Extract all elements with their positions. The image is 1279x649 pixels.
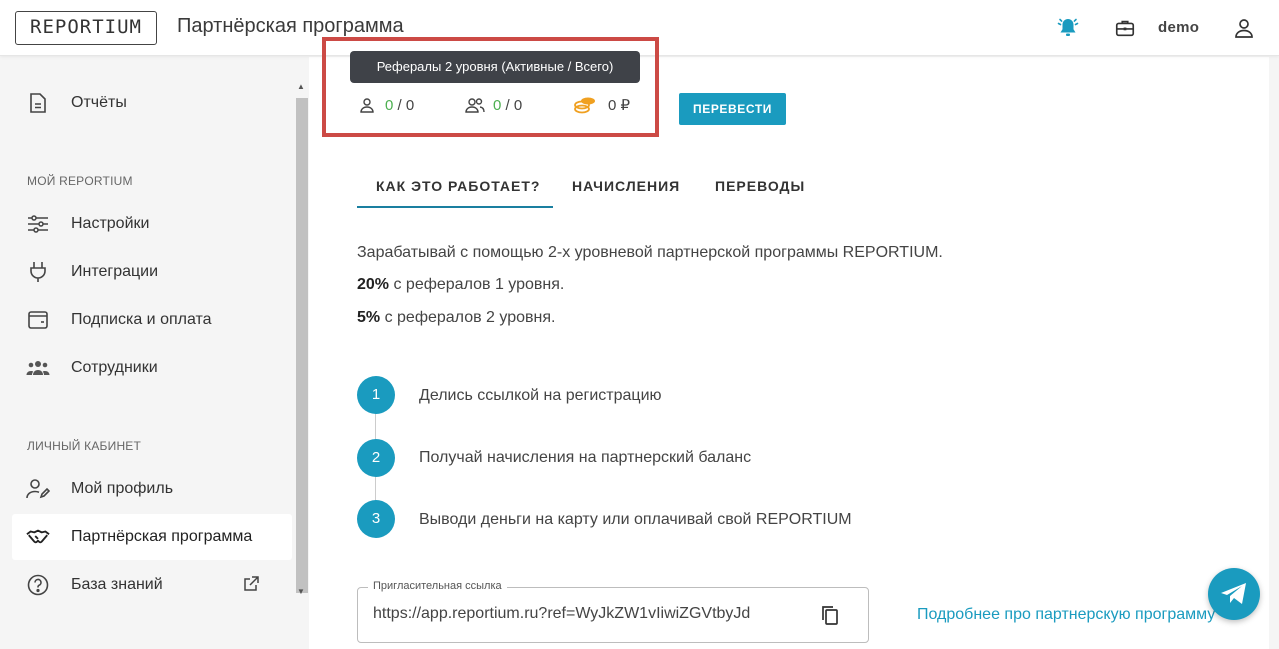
briefcase-icon[interactable] <box>1111 14 1139 42</box>
level1-percent-text: с рефералов 1 уровня. <box>389 276 565 293</box>
sidebar-item-employees[interactable]: Сотрудники <box>12 345 292 391</box>
active-tab-indicator <box>357 206 553 208</box>
page-title: Партнёрская программа <box>177 15 404 37</box>
sidebar-item-profile[interactable]: Мой профиль <box>12 466 292 512</box>
partner-program-more-link[interactable]: Подробнее про партнерскую программу <box>917 606 1215 624</box>
sidebar-item-label: Мой профиль <box>71 480 174 497</box>
level1-percent: 20% <box>357 276 390 293</box>
sidebar-item-label: Сотрудники <box>71 359 158 376</box>
sidebar-item-label: База знаний <box>71 576 163 593</box>
logo[interactable]: REPORTIUM <box>15 11 157 45</box>
step-text: Выводи деньги на карту или оплачивай сво… <box>419 511 852 528</box>
stat-level1-referrals[interactable]: 0 / 0 <box>359 94 414 116</box>
step-number: 3 <box>357 500 395 538</box>
scroll-up-icon[interactable]: ▲ <box>297 82 305 91</box>
top-header: REPORTIUM Партнёрская программа demo <box>0 0 1279 56</box>
stat-level2-active: 0 <box>493 96 502 114</box>
sidebar-item-knowledge-base[interactable]: База знаний <box>12 562 292 608</box>
stat-level1-total: / 0 <box>393 96 415 114</box>
plug-icon <box>26 261 50 283</box>
telegram-button[interactable] <box>1208 568 1260 620</box>
coins-icon <box>574 95 596 115</box>
sidebar-item-label: Отчёты <box>71 94 127 111</box>
sidebar-item-label: Подписка и оплата <box>71 311 212 328</box>
invite-link-label: Пригласительная ссылка <box>368 580 507 592</box>
scroll-down-icon[interactable]: ▼ <box>297 587 305 596</box>
stat-balance: 0 ₽ <box>574 94 630 116</box>
handshake-icon <box>26 526 50 548</box>
external-link-icon <box>243 576 259 597</box>
user-icon[interactable] <box>1230 14 1258 42</box>
sidebar-item-label: Интеграции <box>71 263 159 280</box>
step-text: Получай начисления на партнерский баланс <box>419 449 752 466</box>
scroll-thumb[interactable] <box>296 98 308 593</box>
tooltip: Рефералы 2 уровня (Активные / Всего) <box>350 51 640 83</box>
sidebar-item-integrations[interactable]: Интеграции <box>12 249 292 295</box>
user-name[interactable]: demo <box>1158 19 1199 36</box>
step-number: 2 <box>357 439 395 477</box>
stat-level1-active: 0 <box>385 96 394 114</box>
level2-percent: 5% <box>357 309 381 326</box>
level1-percent-line: 20% с рефералов 1 уровня. <box>357 276 564 294</box>
section-label-personal: ЛИЧНЫЙ КАБИНЕТ <box>27 439 142 453</box>
copy-icon[interactable] <box>820 604 842 626</box>
bell-icon[interactable] <box>1054 14 1082 42</box>
user-icon <box>359 97 375 113</box>
tab-how-it-works[interactable]: КАК ЭТО РАБОТАЕТ? <box>376 178 540 194</box>
help-circle-icon <box>26 574 50 596</box>
sidebar-scrollbar[interactable]: ▲ ▼ <box>294 80 308 600</box>
step-number: 1 <box>357 376 395 414</box>
stat-level2-referrals[interactable]: 0 / 0 <box>465 94 522 116</box>
sidebar-item-partner-program[interactable]: Партнёрская программа <box>12 514 292 560</box>
transfer-button[interactable]: ПЕРЕВЕСТИ <box>679 93 786 125</box>
invite-link-value[interactable]: https://app.reportium.ru?ref=WyJkZW1vIiw… <box>373 605 750 623</box>
sliders-icon <box>26 213 50 235</box>
sidebar: Отчёты МОЙ REPORTIUM Настройки Интеграци… <box>0 57 309 649</box>
intro-text: Зарабатывай с помощью 2-х уровневой парт… <box>357 244 943 261</box>
tab-accruals[interactable]: НАЧИСЛЕНИЯ <box>572 178 680 194</box>
tab-transfers[interactable]: ПЕРЕВОДЫ <box>715 178 805 194</box>
balance-value: 0 ₽ <box>608 97 631 114</box>
level2-percent-line: 5% с рефералов 2 уровня. <box>357 309 555 327</box>
step-text: Делись ссылкой на регистрацию <box>419 387 662 404</box>
section-label-my: МОЙ REPORTIUM <box>27 174 133 188</box>
sidebar-item-reports[interactable]: Отчёты <box>12 80 292 126</box>
main-content <box>309 57 1269 649</box>
sidebar-item-settings[interactable]: Настройки <box>12 201 292 247</box>
sidebar-item-label: Настройки <box>71 215 150 232</box>
stat-level2-total: / 0 <box>501 96 523 114</box>
sidebar-item-label: Партнёрская программа <box>71 528 253 545</box>
group-icon <box>26 357 50 379</box>
wallet-icon <box>26 309 50 331</box>
user-edit-icon <box>26 478 50 500</box>
level2-percent-text: с рефералов 2 уровня. <box>380 309 556 326</box>
users-icon <box>465 97 485 113</box>
sidebar-item-subscription[interactable]: Подписка и оплата <box>12 297 292 343</box>
telegram-icon <box>1220 582 1248 606</box>
document-icon <box>26 92 50 114</box>
